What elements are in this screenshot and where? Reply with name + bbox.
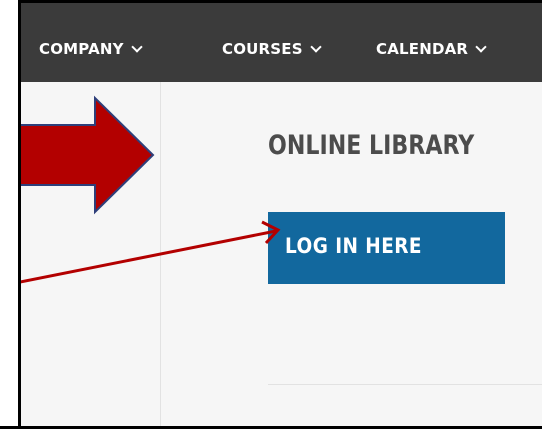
frame-border-top xyxy=(0,0,542,3)
page-title: ONLINE LIBRARY xyxy=(268,130,475,161)
nav-item-label: CALENDAR xyxy=(376,40,469,58)
chevron-down-icon xyxy=(131,40,143,53)
screenshot-frame: COMPANY COURSES CALENDAR ONLINE LIBRARY … xyxy=(0,0,542,429)
nav-item-label: COMPANY xyxy=(39,40,124,58)
frame-border-left xyxy=(18,0,21,429)
nav-item-company[interactable]: COMPANY xyxy=(39,40,143,58)
login-button[interactable]: LOG IN HERE xyxy=(268,212,505,284)
chevron-down-icon xyxy=(475,40,487,53)
nav-item-courses[interactable]: COURSES xyxy=(222,40,322,58)
login-button-label: LOG IN HERE xyxy=(285,234,422,258)
nav-item-label: COURSES xyxy=(222,40,303,58)
content-divider xyxy=(268,384,542,385)
chevron-down-icon xyxy=(310,40,322,53)
top-navbar: COMPANY COURSES CALENDAR xyxy=(21,3,542,82)
frame-margin-left xyxy=(0,0,18,429)
left-sidebar xyxy=(21,82,161,426)
nav-item-calendar[interactable]: CALENDAR xyxy=(376,40,487,58)
